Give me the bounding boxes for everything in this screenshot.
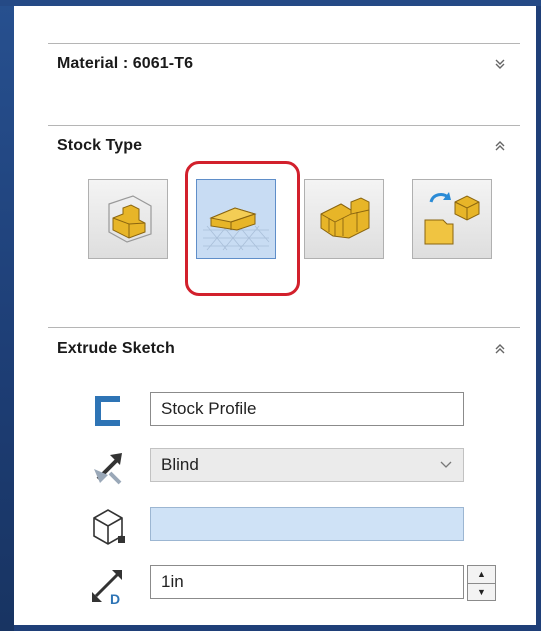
import-stock-icon	[424, 192, 480, 245]
bounding-box-stock-icon	[108, 195, 152, 243]
direction-reference-icon	[86, 502, 130, 546]
end-condition-value: Blind	[161, 455, 199, 474]
double-chevron-down-icon[interactable]	[493, 57, 507, 71]
cylinder-stock-icon	[320, 197, 370, 239]
stock-type-divider	[48, 125, 520, 126]
double-chevron-up-icon[interactable]	[493, 342, 507, 356]
chevron-down-icon	[439, 457, 453, 475]
material-label[interactable]: Material : 6061-T6	[57, 55, 193, 73]
import-stock-button[interactable]	[412, 179, 492, 259]
depth-input[interactable]: 1in	[150, 565, 464, 599]
sketch-profile-icon	[86, 389, 130, 433]
spin-up-icon[interactable]: ▲	[468, 566, 495, 583]
depth-icon-letter: D	[110, 591, 120, 606]
window-background	[0, 0, 14, 631]
stock-profile-field[interactable]: Stock Profile	[150, 392, 464, 426]
cylinder-stock-button[interactable]	[304, 179, 384, 259]
material-divider	[48, 43, 520, 44]
direction-reference-field[interactable]	[150, 507, 464, 541]
depth-spinner[interactable]: ▲ ▼	[467, 565, 496, 601]
extrude-sketch-title[interactable]: Extrude Sketch	[57, 340, 175, 358]
direction-arrow-icon[interactable]	[86, 443, 130, 487]
double-chevron-up-icon[interactable]	[493, 139, 507, 153]
selection-highlight-ring	[185, 161, 300, 296]
stock-type-title[interactable]: Stock Type	[57, 137, 142, 155]
spin-down-icon[interactable]: ▼	[468, 583, 495, 601]
bounding-box-stock-button[interactable]	[88, 179, 168, 259]
extrude-sketch-divider	[48, 327, 520, 328]
end-condition-select[interactable]: Blind	[150, 448, 464, 482]
depth-dimension-icon: D	[86, 562, 130, 607]
